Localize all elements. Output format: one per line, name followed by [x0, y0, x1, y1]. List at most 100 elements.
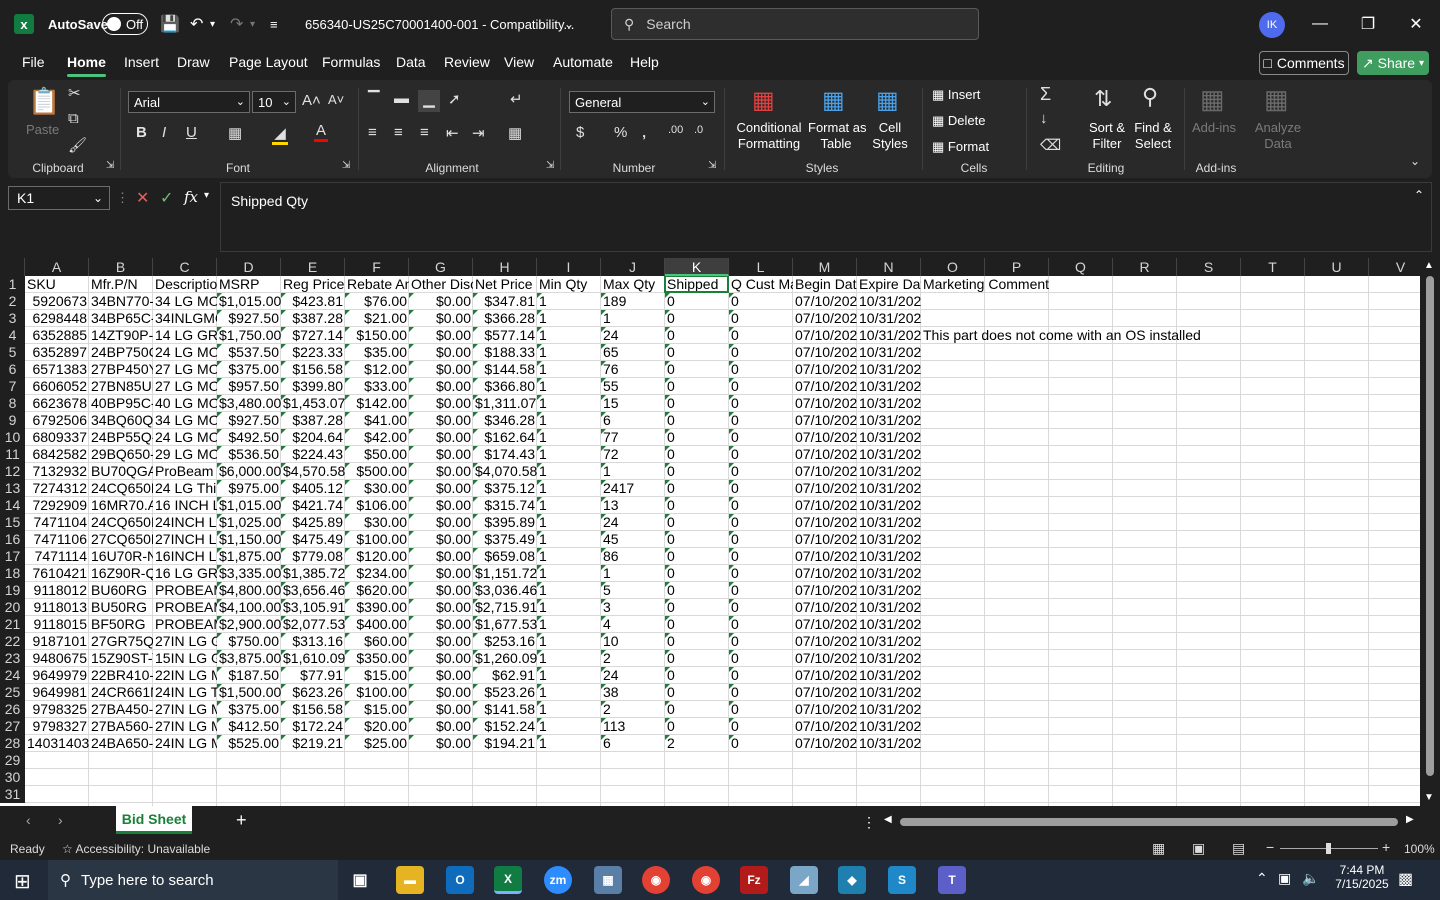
merge-center-icon[interactable]: ▦: [508, 124, 522, 142]
cell[interactable]: 0: [665, 667, 729, 684]
cell[interactable]: 16MR70.A: [89, 497, 153, 514]
cell[interactable]: 1: [537, 548, 601, 565]
cell[interactable]: 0: [729, 293, 793, 310]
cell[interactable]: $15.00: [345, 667, 409, 684]
cell[interactable]: 72: [601, 446, 665, 463]
more-options-icon[interactable]: ⋮: [116, 190, 129, 206]
cell[interactable]: $42.00: [345, 429, 409, 446]
cell[interactable]: $375.49: [473, 531, 537, 548]
cell[interactable]: 0: [729, 429, 793, 446]
cell[interactable]: $50.00: [345, 446, 409, 463]
app-icon[interactable]: ◢: [790, 866, 818, 894]
cell[interactable]: 1: [537, 684, 601, 701]
cell[interactable]: 1: [537, 412, 601, 429]
cell[interactable]: 10/31/2025: [857, 735, 921, 752]
title-chevron-down-icon[interactable]: ⌄: [564, 0, 574, 48]
align-bottom-icon[interactable]: ▁: [418, 90, 440, 112]
cell[interactable]: 0: [665, 361, 729, 378]
cell[interactable]: $12.00: [345, 361, 409, 378]
cell[interactable]: 0: [665, 480, 729, 497]
redo-dropdown-icon[interactable]: ▾: [250, 0, 255, 48]
cell[interactable]: 0: [665, 310, 729, 327]
prev-sheet-icon[interactable]: ‹: [26, 812, 31, 828]
cell[interactable]: 10/31/2025: [857, 378, 921, 395]
column-header-g[interactable]: G: [409, 258, 473, 276]
scroll-thumb[interactable]: [1426, 276, 1434, 776]
cell[interactable]: $0.00: [409, 701, 473, 718]
cell[interactable]: 2: [601, 701, 665, 718]
cell[interactable]: $4,570.58: [281, 463, 345, 480]
comments-button[interactable]: □ Comments: [1259, 51, 1349, 75]
delete-cells-button[interactable]: ▦ Delete: [932, 113, 985, 129]
cell[interactable]: $144.58: [473, 361, 537, 378]
align-top-icon[interactable]: ▔: [368, 90, 380, 108]
cell[interactable]: 7132932: [25, 463, 89, 480]
cell[interactable]: 07/10/2025: [793, 327, 857, 344]
cell[interactable]: $750.00: [217, 633, 281, 650]
paste-button[interactable]: Paste: [26, 122, 59, 138]
cell[interactable]: $152.24: [473, 718, 537, 735]
cell[interactable]: 07/10/2025: [793, 531, 857, 548]
cell[interactable]: $1,677.53: [473, 616, 537, 633]
cell[interactable]: $142.00: [345, 395, 409, 412]
cell[interactable]: 0: [729, 497, 793, 514]
cell[interactable]: $162.64: [473, 429, 537, 446]
column-header-h[interactable]: H: [473, 258, 537, 276]
cell[interactable]: 7471104: [25, 514, 89, 531]
cell[interactable]: 6352885: [25, 327, 89, 344]
cell[interactable]: 7292909: [25, 497, 89, 514]
cell[interactable]: 10/31/2025: [857, 446, 921, 463]
cell[interactable]: 15IN LG G: [153, 650, 217, 667]
cell[interactable]: $187.50: [217, 667, 281, 684]
cell[interactable]: 0: [729, 565, 793, 582]
cell[interactable]: 10/31/2025: [857, 514, 921, 531]
cell[interactable]: 10/31/2025: [857, 565, 921, 582]
cell[interactable]: 2: [601, 650, 665, 667]
cell[interactable]: 86: [601, 548, 665, 565]
cell[interactable]: 07/10/2025: [793, 650, 857, 667]
cell[interactable]: 07/10/2025: [793, 718, 857, 735]
cell[interactable]: SKU: [25, 276, 89, 293]
cell[interactable]: 10/31/2025: [857, 718, 921, 735]
cell[interactable]: 29BQ650-I: [89, 446, 153, 463]
column-header-c[interactable]: C: [153, 258, 217, 276]
cell[interactable]: 1: [537, 378, 601, 395]
cancel-icon[interactable]: ✕: [136, 188, 149, 208]
cell[interactable]: 34 LG MO: [153, 412, 217, 429]
cell[interactable]: 0: [665, 327, 729, 344]
insert-function-icon[interactable]: fx: [184, 188, 198, 206]
alignment-launcher-icon[interactable]: ⇲: [546, 160, 554, 171]
cell[interactable]: 0: [665, 446, 729, 463]
cell[interactable]: 7274312: [25, 480, 89, 497]
cell[interactable]: $0.00: [409, 667, 473, 684]
cell[interactable]: PROBEAM: [153, 582, 217, 599]
column-header-p[interactable]: P: [985, 258, 1049, 276]
cell[interactable]: Mfr.P/N: [89, 276, 153, 293]
row-header[interactable]: 28: [0, 735, 25, 752]
cell[interactable]: $1,750.00: [217, 327, 281, 344]
row-header[interactable]: 27: [0, 718, 25, 735]
cell[interactable]: 6842582: [25, 446, 89, 463]
cell[interactable]: $0.00: [409, 429, 473, 446]
cell[interactable]: $400.00: [345, 616, 409, 633]
tray-chevron-icon[interactable]: ⌃: [1256, 870, 1268, 887]
cell[interactable]: 0: [665, 633, 729, 650]
autosave-toggle[interactable]: Off: [102, 13, 148, 35]
cell[interactable]: 1: [537, 344, 601, 361]
cell[interactable]: $194.21: [473, 735, 537, 752]
cell[interactable]: $350.00: [345, 650, 409, 667]
cell[interactable]: 07/10/2025: [793, 310, 857, 327]
cell[interactable]: 22IN LG M: [153, 667, 217, 684]
cell[interactable]: 1: [537, 293, 601, 310]
cell[interactable]: 40 LG MO: [153, 395, 217, 412]
cell[interactable]: $141.58: [473, 701, 537, 718]
cell[interactable]: $0.00: [409, 310, 473, 327]
column-header-i[interactable]: I: [537, 258, 601, 276]
document-title[interactable]: 656340-US25C70001400-001 - Compatibility…: [305, 0, 574, 48]
cell[interactable]: 1: [537, 395, 601, 412]
cell[interactable]: $0.00: [409, 735, 473, 752]
cell[interactable]: $577.14: [473, 327, 537, 344]
cell[interactable]: $234.00: [345, 565, 409, 582]
cell[interactable]: $399.80: [281, 378, 345, 395]
cell[interactable]: 1: [601, 463, 665, 480]
